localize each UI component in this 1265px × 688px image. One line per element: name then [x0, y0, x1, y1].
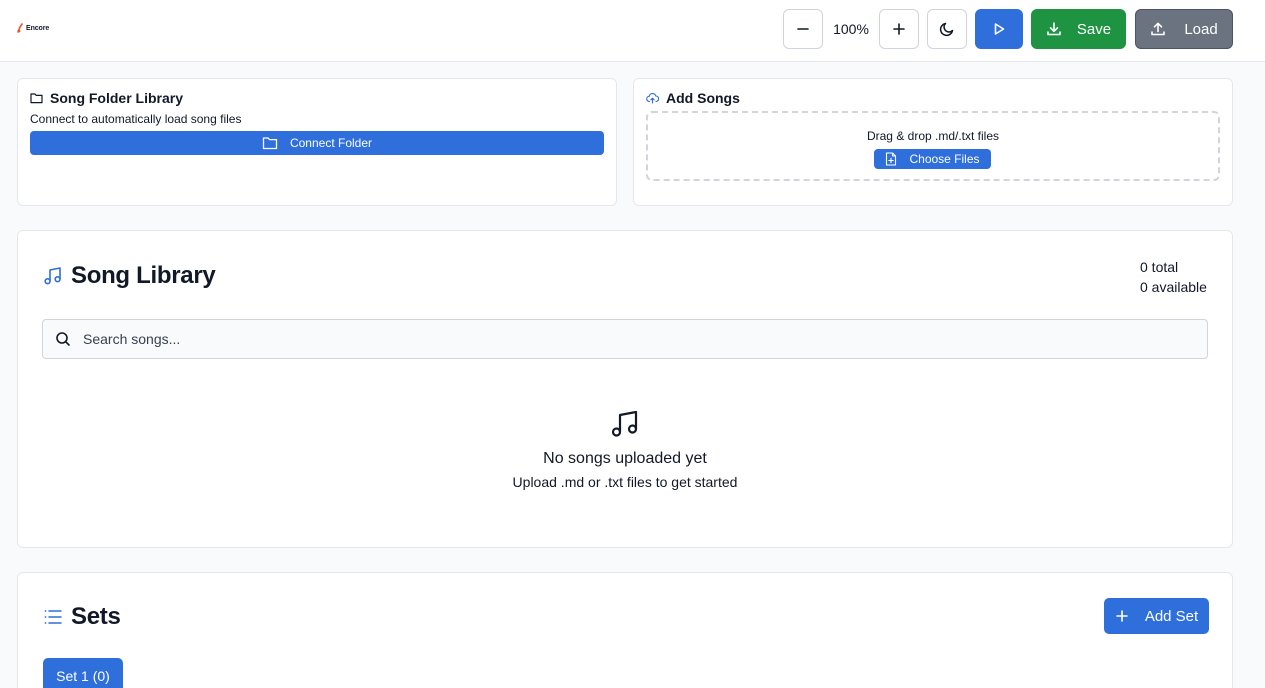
play-icon	[994, 23, 1005, 35]
app-logo[interactable]: Encore	[17, 23, 49, 33]
choose-files-button[interactable]: Choose Files	[874, 149, 991, 169]
add-songs-heading: Add Songs	[646, 90, 740, 106]
logo-text: Encore	[26, 24, 50, 32]
library-counts: 0 total 0 available	[1140, 257, 1207, 297]
music-note-icon	[44, 267, 61, 285]
total-count: 0 total	[1140, 259, 1179, 275]
sets-card: Sets Add Set Set 1 (0)	[17, 572, 1233, 688]
moon-icon	[939, 22, 954, 37]
theme-toggle-button[interactable]	[927, 9, 967, 49]
add-songs-card: Add Songs Drag & drop .md/.txt files Cho…	[633, 78, 1233, 206]
add-set-button[interactable]: Add Set	[1104, 598, 1209, 634]
folder-library-description: Connect to automatically load song files	[30, 112, 242, 126]
save-label: Save	[1076, 20, 1112, 38]
folder-icon	[30, 93, 43, 104]
choose-files-label: Choose Files	[909, 152, 980, 166]
zoom-out-button[interactable]	[783, 9, 823, 49]
sets-title: Sets	[71, 603, 121, 630]
minus-icon	[797, 28, 809, 30]
present-button[interactable]	[975, 9, 1023, 49]
load-button[interactable]: Load	[1135, 9, 1233, 49]
sets-heading: Sets	[43, 603, 121, 631]
load-label: Load	[1184, 20, 1218, 38]
song-library-title: Song Library	[71, 262, 216, 289]
connect-folder-button[interactable]: Connect Folder	[30, 131, 604, 155]
song-library-card: Song Library 0 total 0 available No song…	[17, 230, 1233, 548]
add-set-label: Add Set	[1144, 607, 1199, 625]
connect-folder-label: Connect Folder	[289, 136, 373, 150]
app-header: Encore 100% Save Load	[0, 0, 1265, 62]
logo-mark-icon	[17, 23, 23, 33]
upload-icon	[1151, 22, 1166, 36]
zoom-in-button[interactable]	[879, 9, 919, 49]
song-library-heading: Song Library	[43, 262, 216, 290]
zoom-level: 100%	[833, 21, 869, 37]
folder-library-title: Song Folder Library	[50, 90, 184, 106]
save-button[interactable]: Save	[1031, 9, 1126, 49]
add-songs-title: Add Songs	[666, 90, 740, 106]
folder-icon	[262, 137, 278, 150]
music-note-icon	[611, 410, 638, 437]
file-dropzone[interactable]: Drag & drop .md/.txt files Choose Files	[646, 111, 1220, 181]
file-plus-icon	[886, 152, 897, 166]
search-box[interactable]	[42, 319, 1208, 359]
available-count: 0 available	[1140, 279, 1207, 295]
plus-icon	[893, 23, 905, 35]
song-folder-library-card: Song Folder Library Connect to automatic…	[17, 78, 617, 206]
empty-state-subtitle: Upload .md or .txt files to get started	[512, 474, 738, 490]
cloud-upload-icon	[646, 93, 659, 104]
folder-library-heading: Song Folder Library	[30, 90, 183, 106]
search-input[interactable]	[83, 331, 1183, 347]
empty-state-title: No songs uploaded yet	[543, 450, 707, 467]
search-icon	[55, 331, 71, 347]
plus-icon	[1116, 610, 1128, 622]
download-icon	[1047, 22, 1061, 36]
set-tab[interactable]: Set 1 (0)	[43, 658, 123, 688]
list-icon	[44, 610, 62, 624]
dropzone-text: Drag & drop .md/.txt files	[866, 129, 1000, 143]
